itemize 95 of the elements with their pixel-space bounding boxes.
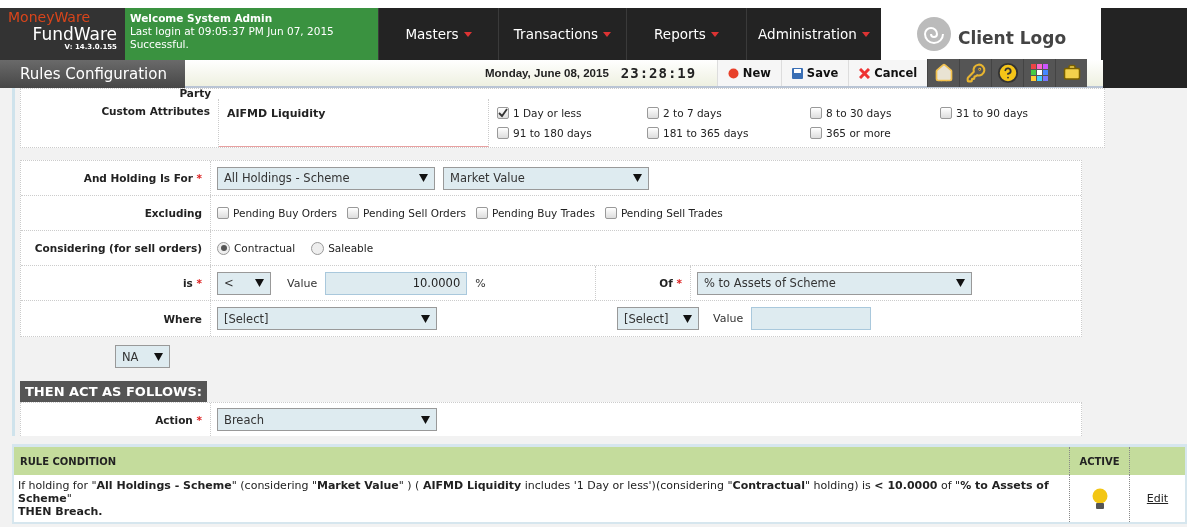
option-label: Pending Sell Trades bbox=[620, 207, 723, 219]
field-label: Of * bbox=[658, 277, 683, 289]
close-icon bbox=[859, 67, 871, 79]
last-login-text: Last login at 09:05:37 PM Jun 07, 2015 bbox=[130, 25, 335, 38]
rule-condition-text: If holding for "All Holdings - Scheme" (considering "Market Value" ) ( AIFMD Liquidity includes '1 Day or less')(considering "Contractual" holding) is < 10.0000 of "% to Assets of Scheme" bbox=[18, 479, 1049, 505]
keys-icon bbox=[965, 63, 986, 83]
option-label: 8 to 30 days bbox=[826, 107, 892, 119]
dropdown[interactable]: Market Value bbox=[443, 166, 649, 190]
spiral-icon bbox=[915, 16, 952, 52]
checkbox[interactable] bbox=[940, 107, 952, 119]
field-label: Value bbox=[287, 276, 318, 290]
option-label: 1 Day or less bbox=[513, 107, 582, 119]
checkbox[interactable] bbox=[647, 107, 659, 119]
current-date: Monday, June 08, 2015 bbox=[485, 67, 609, 79]
brand-name: MoneyWare bbox=[8, 10, 90, 25]
value-input[interactable]: 10.0000 bbox=[325, 271, 468, 295]
save-button[interactable]: Save bbox=[780, 60, 849, 86]
checkbox[interactable] bbox=[497, 127, 509, 139]
page-title: Rules Configuration bbox=[0, 60, 185, 88]
client-logo-text: Client Logo bbox=[957, 27, 1067, 48]
caret-icon bbox=[861, 31, 870, 37]
unit-label: % bbox=[475, 276, 486, 290]
field-label: Value bbox=[713, 312, 744, 325]
caret-icon bbox=[421, 314, 430, 323]
dropdown[interactable]: % to Assets of Scheme bbox=[697, 271, 972, 295]
field-label: Action * bbox=[154, 413, 203, 426]
checkbox[interactable] bbox=[497, 107, 509, 119]
dot-icon bbox=[727, 67, 739, 79]
caret-icon bbox=[154, 352, 163, 361]
dropdown[interactable]: [Select] bbox=[217, 307, 437, 330]
checkbox[interactable] bbox=[810, 107, 822, 119]
caret-icon bbox=[603, 31, 612, 37]
option-label: Pending Sell Orders bbox=[363, 207, 466, 219]
caret-icon bbox=[463, 31, 472, 37]
field-label: And Holding Is For * bbox=[82, 172, 203, 184]
field-label: Party bbox=[178, 89, 212, 99]
dropdown[interactable]: Breach bbox=[217, 408, 437, 431]
welcome-title: Welcome System Admin bbox=[130, 12, 274, 25]
option-label: 2 to 7 days bbox=[663, 107, 722, 119]
apps-button[interactable] bbox=[1023, 59, 1056, 87]
login-status: Successful. bbox=[130, 38, 190, 51]
product-name: FundWare bbox=[32, 25, 117, 43]
new-button[interactable]: New bbox=[716, 60, 781, 86]
checkbox[interactable] bbox=[217, 207, 229, 219]
option-label: 181 to 365 days bbox=[663, 127, 749, 139]
home-icon bbox=[933, 63, 954, 83]
keys-button[interactable] bbox=[959, 59, 992, 87]
apps-icon bbox=[1030, 64, 1049, 82]
caret-icon bbox=[633, 174, 642, 182]
option-label: Contractual bbox=[234, 242, 296, 254]
option-label: Saleable bbox=[328, 242, 374, 254]
radio-button[interactable] bbox=[217, 241, 230, 255]
clock: 23:28:19 bbox=[620, 65, 698, 81]
column-header: ACTIVE bbox=[1070, 447, 1130, 475]
radio-button[interactable] bbox=[311, 241, 325, 255]
option-label: Pending Buy Trades bbox=[491, 207, 595, 219]
checkbox[interactable] bbox=[475, 207, 488, 219]
checkbox[interactable] bbox=[347, 207, 360, 219]
attribute-name: AIFMD Liquidity bbox=[219, 99, 489, 147]
caret-icon bbox=[956, 279, 965, 287]
dropdown[interactable]: [Select] bbox=[617, 307, 699, 330]
option-label: Pending Buy Orders bbox=[233, 207, 338, 219]
checkbox[interactable] bbox=[810, 127, 822, 139]
dropdown[interactable]: NA bbox=[115, 345, 170, 368]
cancel-button[interactable]: Cancel bbox=[848, 60, 928, 86]
home-button[interactable] bbox=[927, 59, 960, 87]
caret-icon bbox=[419, 174, 428, 182]
field-label: Where bbox=[162, 312, 203, 325]
required-mark: * bbox=[196, 277, 202, 289]
section-heading: THEN ACT AS FOLLOWS: bbox=[20, 381, 207, 402]
help-button[interactable] bbox=[991, 59, 1024, 87]
field-label: Considering (for sell orders) bbox=[33, 242, 203, 254]
rule-action-text: THEN Breach. bbox=[18, 505, 104, 518]
field-label: is * bbox=[182, 277, 203, 289]
edit-link[interactable]: Edit bbox=[1146, 492, 1169, 505]
field-label: Custom Attributes bbox=[100, 105, 211, 117]
help-icon bbox=[996, 62, 1019, 84]
checkbox[interactable] bbox=[604, 207, 617, 219]
required-mark: * bbox=[196, 172, 202, 184]
option-label: 365 or more bbox=[826, 127, 891, 139]
dropdown[interactable]: < bbox=[217, 271, 271, 295]
checkbox[interactable] bbox=[647, 127, 659, 139]
caret-icon bbox=[421, 415, 430, 424]
caret-icon bbox=[255, 279, 264, 287]
required-mark: * bbox=[196, 413, 202, 426]
field-label: Excluding bbox=[143, 207, 203, 219]
column-header: RULE CONDITION bbox=[14, 447, 1070, 475]
option-label: 91 to 180 days bbox=[513, 127, 592, 139]
required-mark: * bbox=[676, 277, 682, 289]
caret-icon bbox=[710, 31, 719, 37]
caret-icon bbox=[683, 314, 692, 323]
dropdown[interactable]: All Holdings - Scheme bbox=[217, 166, 435, 190]
save-icon bbox=[791, 67, 803, 79]
value-input[interactable] bbox=[751, 307, 872, 330]
option-label: 31 to 90 days bbox=[956, 107, 1029, 119]
